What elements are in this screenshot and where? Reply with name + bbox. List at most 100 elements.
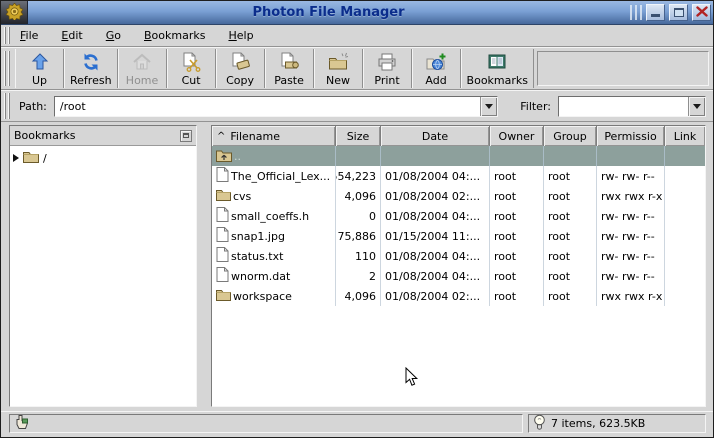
link-cell <box>665 186 705 206</box>
column-header-size[interactable]: Size <box>336 126 381 146</box>
document-icon <box>216 207 229 225</box>
table-row[interactable]: The_Official_Lex... 554,223 01/08/2004 0… <box>212 166 705 186</box>
maximize-button[interactable] <box>669 4 688 21</box>
column-header-group[interactable]: Group <box>544 126 597 146</box>
new-button-label: New <box>326 74 350 87</box>
column-header-owner[interactable]: Owner <box>490 126 544 146</box>
path-input[interactable]: /root <box>55 97 480 116</box>
chevron-down-icon <box>693 104 701 109</box>
filename-cell: small_coeffs.h <box>212 206 336 226</box>
date-cell: 01/08/2004 04:... <box>381 206 490 226</box>
bookmarks-panel-header: Bookmarks <box>10 126 196 146</box>
menubar-grip[interactable] <box>4 27 11 44</box>
link-cell <box>665 146 705 166</box>
owner-cell: root <box>490 286 544 306</box>
table-row[interactable]: snap1.jpg 75,886 01/15/2004 11:... root … <box>212 226 705 246</box>
close-button[interactable] <box>692 4 711 21</box>
filename-text: snap1.jpg <box>231 230 285 243</box>
path-combobox[interactable]: /root <box>54 96 498 117</box>
expand-arrow-icon[interactable] <box>13 154 19 162</box>
new-button[interactable]: New <box>314 49 363 88</box>
bookmark-item-label: / <box>43 152 47 165</box>
panel-collapse-icon <box>183 133 189 138</box>
up-button[interactable]: Up <box>15 49 64 88</box>
permissions-cell: rwx rwx r-x <box>597 286 665 306</box>
column-header-label: Permissio <box>604 130 656 143</box>
path-label: Path: <box>19 100 47 113</box>
table-row[interactable]: small_coeffs.h 0 01/08/2004 04:... root … <box>212 206 705 226</box>
table-row-parent-dir[interactable]: .. <box>212 146 705 166</box>
filename-cell: .. <box>212 146 336 166</box>
bookmarks-tree: / <box>10 146 196 406</box>
group-cell <box>544 146 597 166</box>
panel-collapse-button[interactable] <box>180 130 192 142</box>
minimize-button[interactable] <box>646 4 665 21</box>
home-button-label: Home <box>126 74 158 87</box>
filter-input[interactable] <box>559 97 688 116</box>
document-icon <box>216 267 229 285</box>
column-header-link[interactable]: Link <box>665 126 705 146</box>
copy-button[interactable]: Copy <box>216 49 265 88</box>
filename-cell: cvs <box>212 186 336 206</box>
file-list-header: ^ Filename Size Date Owner Group Permiss… <box>212 126 705 146</box>
date-cell: 01/08/2004 04:... <box>381 246 490 266</box>
table-row[interactable]: wnorm.dat 2 01/08/2004 04:... root root … <box>212 266 705 286</box>
owner-cell: root <box>490 186 544 206</box>
filter-dropdown-button[interactable] <box>688 97 705 116</box>
date-cell: 01/15/2004 11:... <box>381 226 490 246</box>
paste-button[interactable]: Paste <box>265 49 314 88</box>
bookmark-item-root[interactable]: / <box>13 150 193 166</box>
size-cell: 554,223 <box>336 166 381 186</box>
pathbar-grip[interactable] <box>4 93 11 119</box>
path-dropdown-button[interactable] <box>480 97 497 116</box>
menu-edit[interactable]: Edit <box>56 27 87 44</box>
close-icon <box>696 6 708 20</box>
titlebar-stripes <box>630 5 643 20</box>
size-cell <box>336 146 381 166</box>
cut-button[interactable]: Cut <box>167 49 216 88</box>
link-cell <box>665 286 705 306</box>
owner-cell: root <box>490 266 544 286</box>
owner-cell <box>490 146 544 166</box>
column-header-filename[interactable]: ^ Filename <box>212 126 336 146</box>
group-cell: root <box>544 246 597 266</box>
lightbulb-icon <box>533 414 546 434</box>
filter-combobox[interactable] <box>558 96 706 117</box>
filename-text: cvs <box>233 190 251 203</box>
bookmarks-button[interactable]: Bookmarks <box>461 49 534 88</box>
table-row[interactable]: cvs 4,096 01/08/2004 02:... root root rw… <box>212 186 705 206</box>
titlebar[interactable]: Photon File Manager <box>1 1 713 25</box>
filename-text: .. <box>234 150 241 163</box>
refresh-button[interactable]: Refresh <box>64 49 118 88</box>
menubar: File Edit Go Bookmarks Help <box>1 25 713 47</box>
window-menu-button[interactable] <box>1 1 28 24</box>
size-cell: 110 <box>336 246 381 266</box>
table-row[interactable]: status.txt 110 01/08/2004 04:... root ro… <box>212 246 705 266</box>
toolbar-empty-area <box>537 51 709 86</box>
folder-icon <box>23 150 39 166</box>
filename-cell: The_Official_Lex... <box>212 166 336 186</box>
up-arrow-icon <box>30 51 50 72</box>
group-cell: root <box>544 166 597 186</box>
main-area: Bookmarks / ^ Filename Size Date <box>1 122 713 411</box>
column-header-date[interactable]: Date <box>381 126 490 146</box>
home-button[interactable]: Home <box>118 49 167 88</box>
menu-help[interactable]: Help <box>223 27 258 44</box>
items-summary-area: 7 items, 623.5KB <box>528 414 706 433</box>
column-header-label: Filename <box>230 130 280 143</box>
print-button[interactable]: Print <box>363 49 412 88</box>
add-button[interactable]: Add <box>412 49 461 88</box>
menu-bookmarks[interactable]: Bookmarks <box>139 27 210 44</box>
filename-text: The_Official_Lex... <box>231 170 330 183</box>
menu-file[interactable]: File <box>15 27 43 44</box>
permissions-cell: rw- rw- r-- <box>597 226 665 246</box>
toolbar-grip[interactable] <box>4 51 11 86</box>
table-row[interactable]: workspace 4,096 01/08/2004 02:... root r… <box>212 286 705 306</box>
paste-button-label: Paste <box>274 74 304 87</box>
column-header-permissions[interactable]: Permissio <box>597 126 665 146</box>
menu-go[interactable]: Go <box>101 27 126 44</box>
group-cell: root <box>544 266 597 286</box>
cut-button-label: Cut <box>182 74 201 87</box>
sort-ascending-icon: ^ <box>217 131 225 142</box>
glove-pointer-icon <box>14 414 29 433</box>
